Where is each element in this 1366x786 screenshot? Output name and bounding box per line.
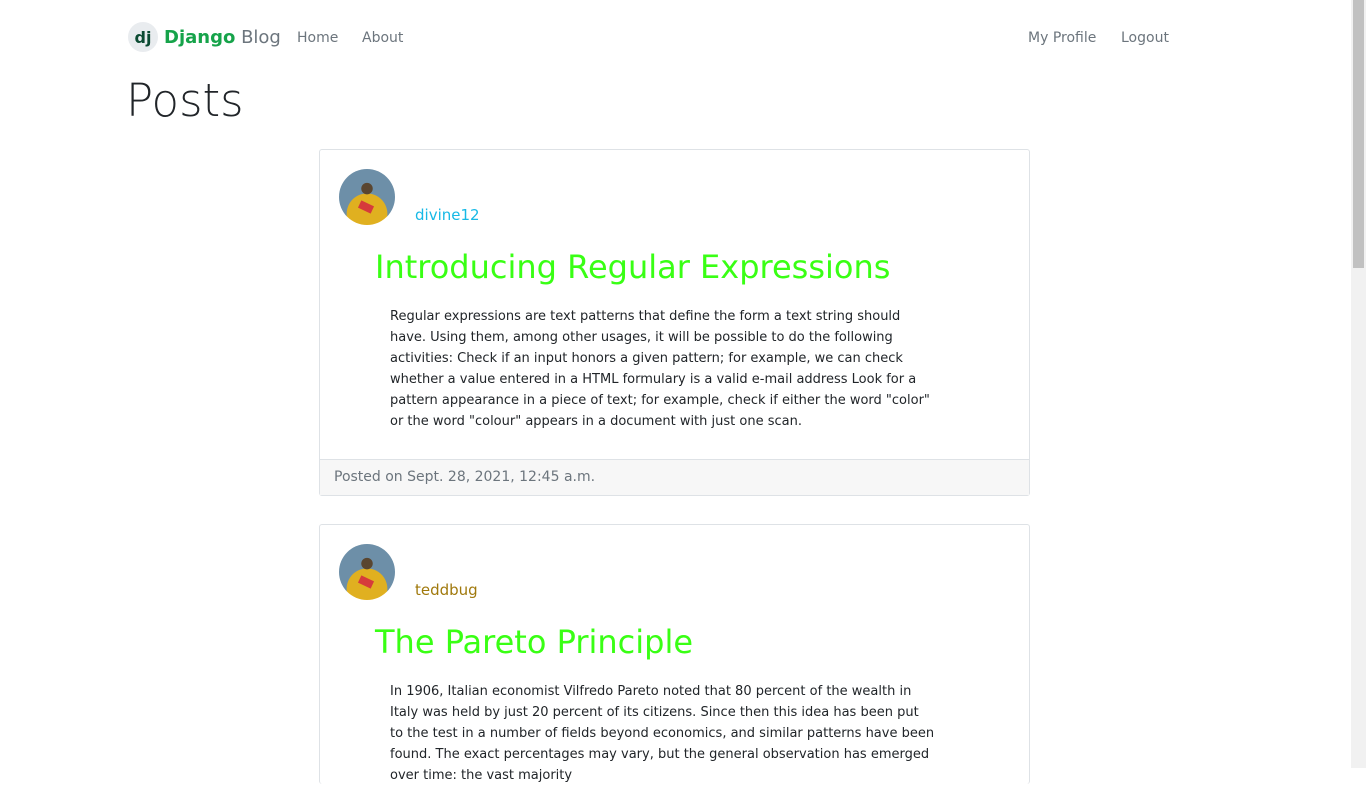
brand-django-text: Django [164,26,236,48]
nav-about-link[interactable]: About [362,30,403,46]
brand-blog-text: Blog [241,26,281,48]
post-author-link[interactable]: divine12 [415,206,480,224]
post-title[interactable]: The Pareto Principle [375,623,693,661]
post-card: teddbug The Pareto Principle In 1906, It… [319,524,1030,784]
brand-name: Django Blog [164,27,281,48]
post-footer-date: Posted on Sept. 28, 2021, 12:45 a.m. [320,459,1029,495]
page-title: Posts [126,74,244,127]
post-body: In 1906, Italian economist Vilfredo Pare… [390,684,935,783]
brand-link[interactable]: dj Django Blog [128,22,281,52]
nav-my-profile-link[interactable]: My Profile [1028,30,1096,46]
post-title[interactable]: Introducing Regular Expressions [375,248,890,286]
django-logo-icon: dj [128,22,158,52]
nav-home-link[interactable]: Home [297,30,338,46]
post-author-link[interactable]: teddbug [415,581,478,599]
post-card: divine12 Introducing Regular Expressions… [319,149,1030,496]
navbar: dj Django Blog Home About My Profile Log… [0,0,1351,76]
post-body: Regular expressions are text patterns th… [390,309,930,429]
scrollbar-thumb[interactable] [1353,0,1364,268]
author-avatar[interactable] [339,169,395,225]
page-scrollbar[interactable] [1351,0,1366,768]
nav-logout-link[interactable]: Logout [1121,30,1169,46]
author-avatar[interactable] [339,544,395,600]
